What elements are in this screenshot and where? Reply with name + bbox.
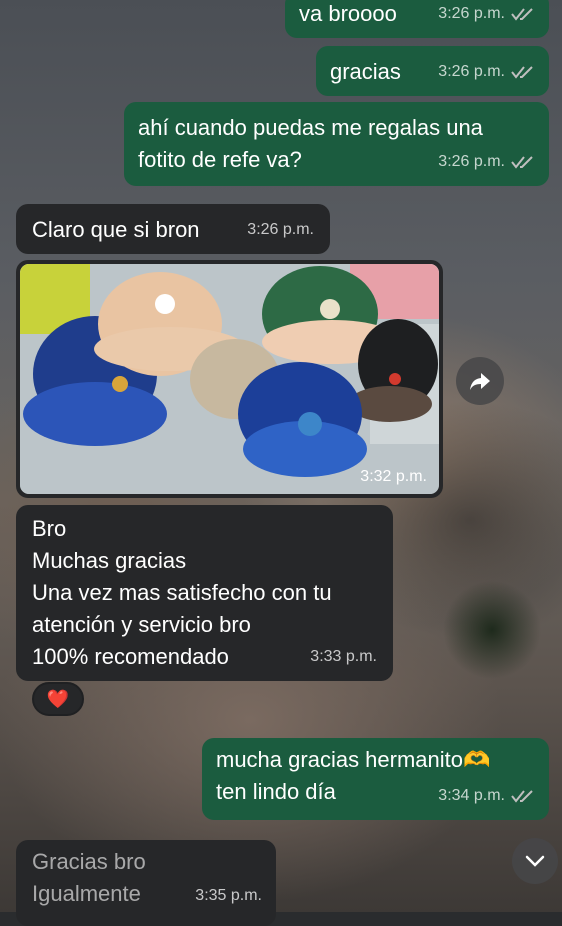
double-check-icon [511, 790, 533, 803]
double-check-icon [511, 66, 533, 79]
message-text: Claro que si bron [32, 217, 200, 242]
message-meta: 3:34 p.m. [438, 780, 535, 812]
double-check-icon [511, 8, 533, 21]
wallpaper-tree [422, 560, 562, 720]
scroll-down-button[interactable] [512, 838, 558, 884]
message-time: 3:35 p.m. [195, 887, 262, 904]
message-text: ahí cuando puedas me regalas una fotito … [138, 115, 483, 172]
chevron-down-icon [525, 855, 545, 867]
message-meta: 3:26 p.m. [438, 0, 535, 30]
message-time: 3:26 p.m. [438, 5, 505, 22]
message-meta: 3:26 p.m. [438, 56, 535, 88]
message-time: 3:26 p.m. [438, 153, 505, 170]
message-outgoing[interactable]: mucha gracias hermanito🫶 ten lindo día 3… [202, 738, 549, 820]
message-meta: 3:35 p.m. [195, 880, 262, 912]
message-time: 3:33 p.m. [310, 648, 377, 665]
heart-reaction[interactable]: ❤️ [32, 682, 84, 716]
image-time: 3:32 p.m. [360, 468, 427, 485]
forward-button[interactable] [456, 357, 504, 405]
message-image[interactable]: 3:32 p.m. [16, 260, 443, 498]
forward-arrow-icon [470, 373, 490, 390]
message-time: 3:26 p.m. [247, 221, 314, 238]
message-time: 3:34 p.m. [438, 787, 505, 804]
message-incoming[interactable]: Bro Muchas gracias Una vez mas satisfech… [16, 505, 393, 681]
message-outgoing[interactable]: gracias 3:26 p.m. [316, 46, 549, 96]
caps-illustration [20, 264, 439, 494]
message-meta: 3:26 p.m. [438, 146, 535, 178]
message-text: Bro Muchas gracias Una vez mas satisfech… [32, 516, 332, 669]
message-text: va broooo [299, 1, 397, 26]
message-incoming[interactable]: Gracias bro Igualmente 3:35 p.m. [16, 840, 276, 926]
message-meta: 3:26 p.m. [247, 214, 314, 246]
double-check-icon [511, 156, 533, 169]
message-time: 3:26 p.m. [438, 63, 505, 80]
message-text: Gracias bro Igualmente [32, 849, 146, 906]
message-outgoing[interactable]: va broooo 3:26 p.m. [285, 0, 549, 38]
message-incoming[interactable]: Claro que si bron 3:26 p.m. [16, 204, 330, 254]
heart-icon: ❤️ [46, 688, 70, 709]
message-text: gracias [330, 59, 401, 84]
caps-photo[interactable]: 3:32 p.m. [20, 264, 439, 494]
message-meta: 3:33 p.m. [310, 641, 377, 673]
message-outgoing[interactable]: ahí cuando puedas me regalas una fotito … [124, 102, 549, 186]
